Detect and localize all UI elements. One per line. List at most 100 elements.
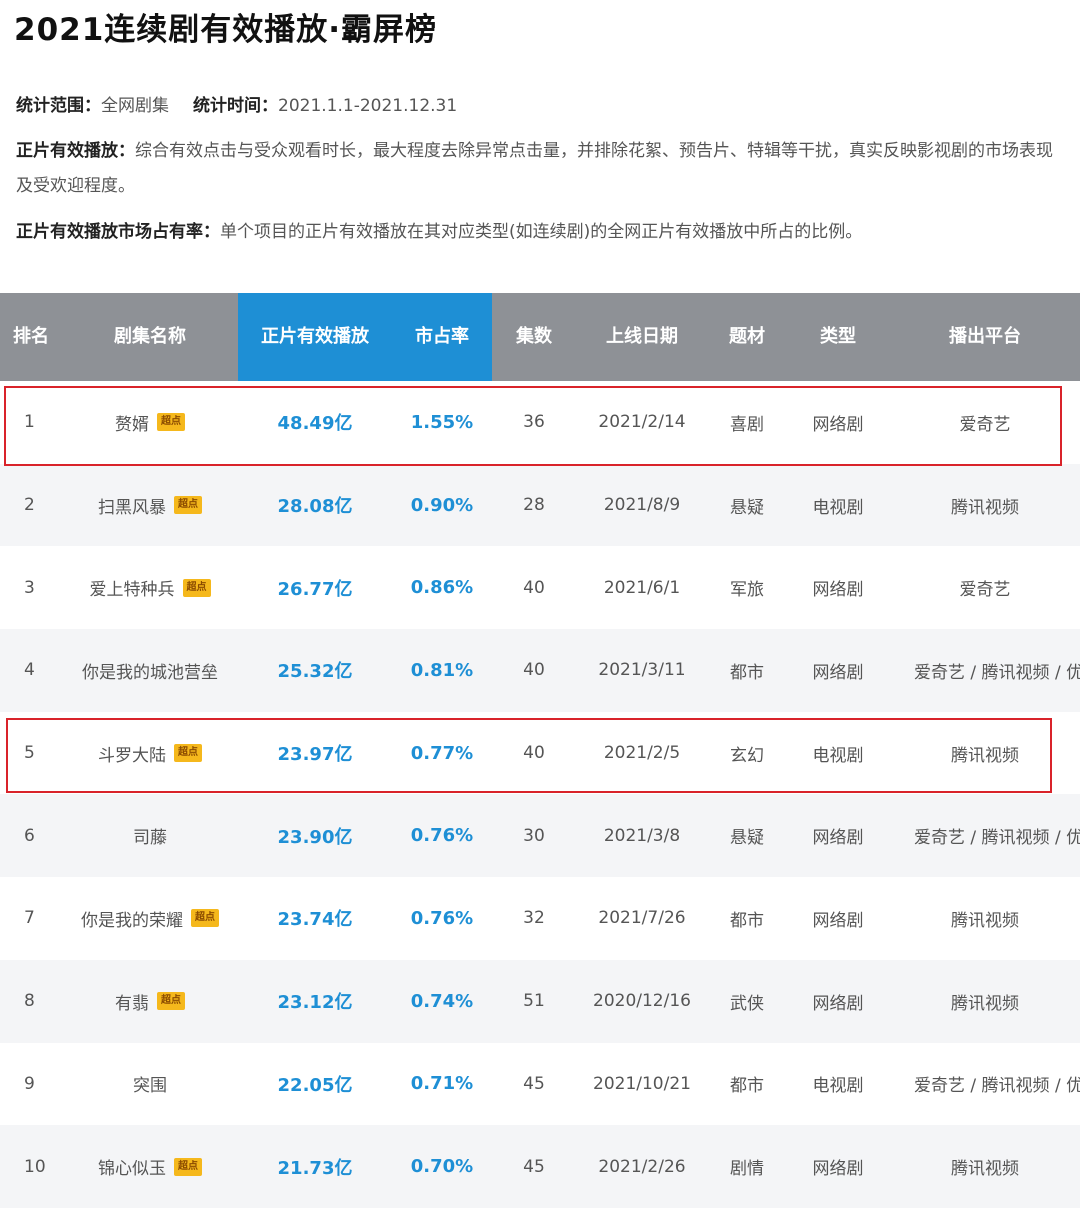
cell-name: 扫黑风暴 超点 <box>62 464 238 547</box>
cell-share: 0.76% <box>392 794 492 877</box>
cell-share: 0.71% <box>392 1043 492 1126</box>
share-text: 0.90% <box>410 494 474 516</box>
cell-rank: 9 <box>0 1043 62 1126</box>
cell-genre: 剧情 <box>708 1125 786 1208</box>
table-row: 6 司藤 23.90亿 0.76% 30 2021/3/8 悬疑 网络剧 爱奇艺 / 腾讯视频 … <box>0 794 1080 878</box>
cell-type: 电视剧 <box>786 1043 890 1126</box>
name-text: 司藤 <box>133 828 167 849</box>
table-header: 排名 剧集名称 正片有效播放 市占率 集数 上线日期 题材 类型 播出平台 <box>0 293 1080 381</box>
header-share: 市占率 <box>392 293 492 381</box>
cell-name: 突围 <box>62 1043 238 1126</box>
play-text: 25.32亿 <box>277 661 353 683</box>
cell-play: 26.77亿 <box>238 546 392 629</box>
genre-text: 都市 <box>730 662 764 683</box>
play-text: 22.05亿 <box>277 1074 353 1096</box>
rank-text: 9 <box>24 1073 35 1094</box>
play-text: 23.90亿 <box>277 826 353 848</box>
cell-platform: 腾讯视频 <box>890 1125 1080 1208</box>
genre-text: 悬疑 <box>730 828 764 849</box>
cell-episodes: 40 <box>492 629 576 712</box>
date-text: 2021/6/1 <box>603 577 681 598</box>
episodes-text: 40 <box>523 577 545 598</box>
cell-type: 网络剧 <box>786 794 890 877</box>
cell-episodes: 30 <box>492 794 576 877</box>
header-name: 剧集名称 <box>114 326 186 347</box>
time-label: 统计时间： <box>193 96 278 116</box>
cell-name: 你是我的城池营垒 <box>62 629 238 712</box>
definition-market-share: 正片有效播放市场占有率：单个项目的正片有效播放在其对应类型(如连续剧)的全网正片… <box>16 215 1076 249</box>
cell-date: 2021/3/8 <box>576 794 708 877</box>
episodes-text: 28 <box>523 495 545 516</box>
name-text: 你是我的城池营垒 <box>82 662 218 683</box>
share-text: 0.74% <box>410 990 474 1012</box>
stat-range-line: 统计范围：全网剧集 统计时间：2021.1.1-2021.12.31 <box>16 89 457 123</box>
genre-text: 都市 <box>730 1076 764 1097</box>
header-episodes: 集数 <box>516 326 552 347</box>
cell-name: 爱上特种兵 超点 <box>62 546 238 629</box>
header-type: 类型 <box>820 326 856 347</box>
date-text: 2021/7/26 <box>598 908 686 929</box>
header-platform: 播出平台 <box>949 326 1021 347</box>
definition-valid-play: 正片有效播放：综合有效点击与受众观看时长，最大程度去除异常点击量，并排除花絮、预… <box>16 134 1066 204</box>
table-row: 2 扫黑风暴 超点 28.08亿 0.90% 28 2021/8/9 悬疑 电视剧 腾讯视频 <box>0 463 1080 547</box>
type-text: 网络剧 <box>812 828 864 849</box>
table-row: 8 有翡 超点 23.12亿 0.74% 51 2020/12/16 武侠 网络剧 腾讯视频 <box>0 959 1080 1043</box>
cell-platform: 爱奇艺 / 腾讯视频 / 优酷 <box>890 629 1080 712</box>
cell-share: 0.70% <box>392 1125 492 1208</box>
platform-text: 腾讯视频 <box>951 910 1019 931</box>
platform-text: 爱奇艺 / 腾讯视频 / 优酷 <box>914 1076 1080 1097</box>
play-text: 21.73亿 <box>277 1157 353 1179</box>
def2-label: 正片有效播放市场占有率： <box>16 222 220 242</box>
cell-play: 23.12亿 <box>238 960 392 1043</box>
type-text: 网络剧 <box>812 580 864 601</box>
header-rank: 排名 <box>13 326 49 347</box>
cell-genre: 悬疑 <box>708 464 786 547</box>
genre-text: 军旅 <box>730 580 764 601</box>
cell-platform: 爱奇艺 / 腾讯视频 / 优酷 <box>890 794 1080 877</box>
type-text: 电视剧 <box>812 497 864 518</box>
rank-text: 8 <box>24 991 35 1012</box>
cell-type: 电视剧 <box>786 464 890 547</box>
name-text: 爱上特种兵 <box>89 580 175 601</box>
episodes-text: 51 <box>523 991 545 1012</box>
cell-platform: 爱奇艺 / 腾讯视频 / 优酷 <box>890 1043 1080 1126</box>
platform-text: 腾讯视频 <box>951 497 1019 518</box>
rank-text: 2 <box>24 495 35 516</box>
cell-date: 2020/12/16 <box>576 960 708 1043</box>
table-row: 10 锦心似玉 超点 21.73亿 0.70% 45 2021/2/26 剧情 网络剧 腾讯视频 <box>0 1125 1080 1208</box>
super-badge: 超点 <box>182 578 211 597</box>
cell-play: 23.90亿 <box>238 794 392 877</box>
share-text: 0.86% <box>410 577 474 599</box>
share-text: 0.76% <box>410 907 474 929</box>
cell-share: 0.86% <box>392 546 492 629</box>
cell-rank: 10 <box>0 1125 62 1208</box>
cell-type: 网络剧 <box>786 546 890 629</box>
rank-text: 7 <box>24 908 35 929</box>
cell-genre: 都市 <box>708 629 786 712</box>
cell-play: 21.73亿 <box>238 1125 392 1208</box>
name-text: 扫黑风暴 <box>98 497 166 518</box>
cell-type: 网络剧 <box>786 629 890 712</box>
super-badge: 超点 <box>174 496 202 515</box>
header-date: 上线日期 <box>606 326 678 347</box>
cell-genre: 悬疑 <box>708 794 786 877</box>
cell-name: 你是我的荣耀 超点 <box>62 877 238 960</box>
page-title: 2021连续剧有效播放·霸屏榜 <box>14 12 438 48</box>
cell-platform: 腾讯视频 <box>890 877 1080 960</box>
name-text: 你是我的荣耀 <box>81 910 183 931</box>
type-text: 网络剧 <box>812 910 864 931</box>
rank-text: 10 <box>24 1156 46 1177</box>
table-row: 3 爱上特种兵 超点 26.77亿 0.86% 40 2021/6/1 军旅 网络剧 爱奇艺 <box>0 546 1080 630</box>
header-genre: 题材 <box>729 326 765 347</box>
cell-platform: 爱奇艺 <box>890 546 1080 629</box>
date-text: 2021/3/11 <box>598 660 686 681</box>
episodes-text: 45 <box>523 1073 545 1094</box>
cell-share: 0.74% <box>392 960 492 1043</box>
cell-episodes: 45 <box>492 1125 576 1208</box>
highlight-box-rank-1 <box>4 386 1062 466</box>
date-text: 2021/10/21 <box>593 1073 691 1094</box>
type-text: 网络剧 <box>812 1159 864 1180</box>
cell-type: 网络剧 <box>786 960 890 1043</box>
cell-date: 2021/6/1 <box>576 546 708 629</box>
header-play: 正片有效播放 <box>238 293 392 381</box>
